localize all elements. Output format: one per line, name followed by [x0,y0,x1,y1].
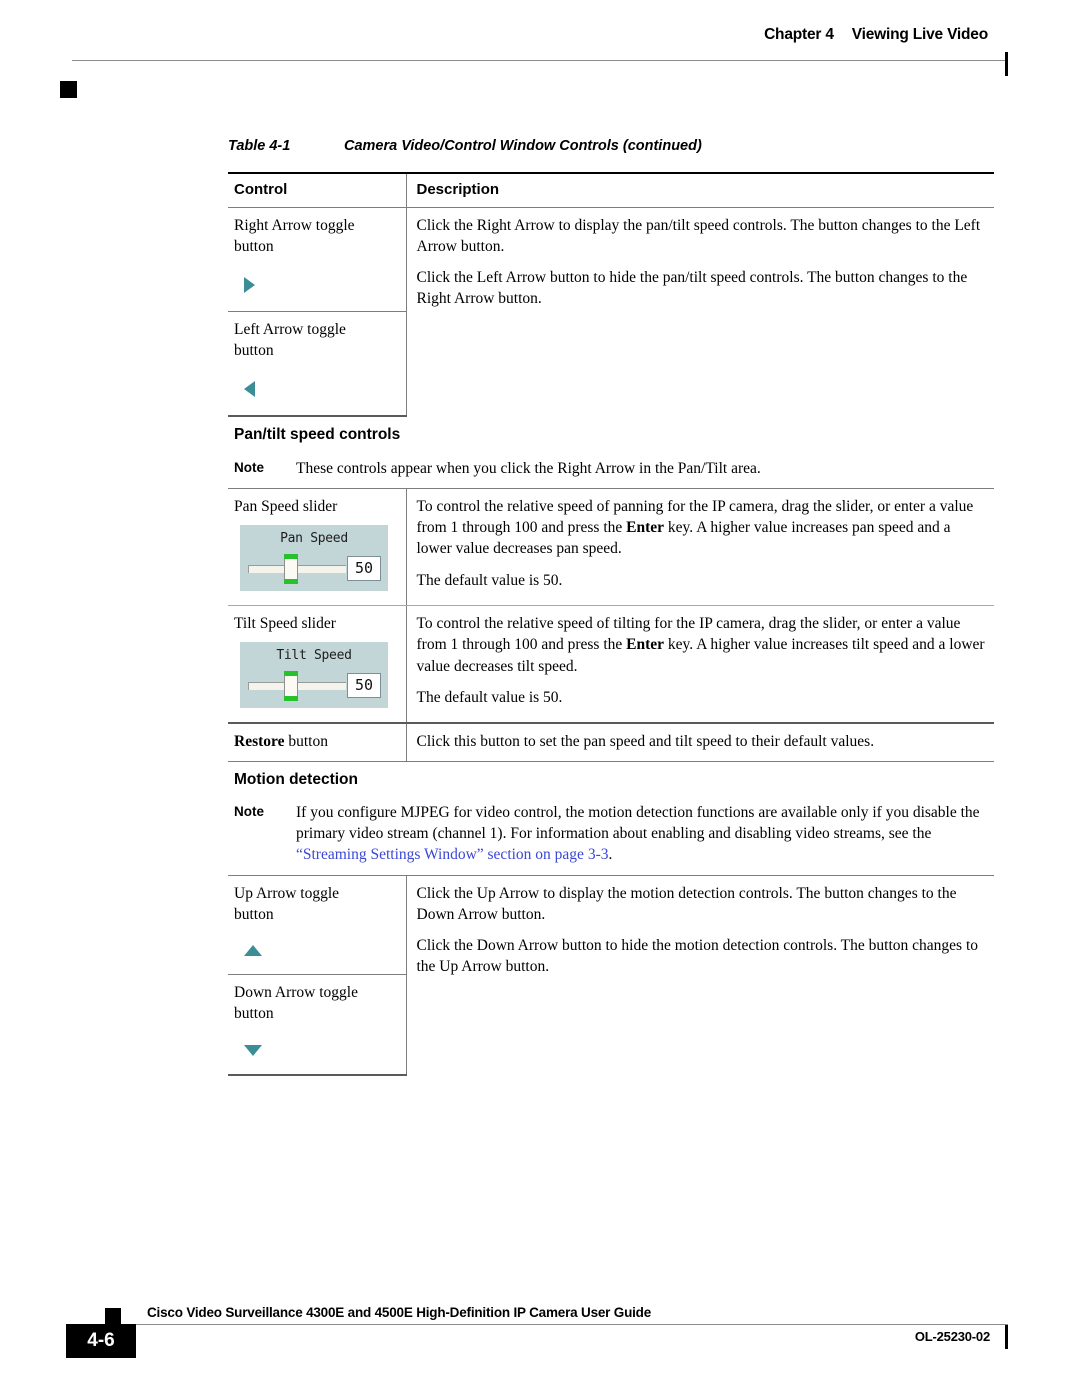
note-text-part-b: . [608,846,613,864]
control-label-line1: Down Arrow toggle [234,984,358,1002]
description-cell-motion-toggles: Click the Up Arrow to display the motion… [405,875,994,1075]
tilt-speed-slider-thumb[interactable] [284,671,298,702]
control-label: Tilt Speed slider [234,615,336,633]
pan-speed-slider-title: Pan Speed [280,531,348,547]
control-cell-down-arrow: Down Arrow toggle button [228,974,406,1076]
control-cell-restore: Restore button [228,723,406,762]
description-cell-pan-speed: To control the relative speed of panning… [405,488,994,607]
down-arrow-icon-wrap [234,1035,400,1066]
table-row: Tilt Speed slider Tilt Speed 50 To contr… [228,605,994,725]
description-cell-tilt-speed: To control the relative speed of tilting… [405,605,994,725]
note-text-part-a: If you configure MJPEG for video control… [296,803,980,843]
left-arrow-icon[interactable] [244,381,255,398]
column-header-description: Description [405,171,994,208]
table-caption-number: Table 4-1 [228,138,291,154]
note-cell-pantilt: Note These controls appear when you clic… [228,453,994,489]
control-label-line1: Left Arrow toggle [234,321,346,339]
footer-rule [72,1324,1008,1325]
note-label: Note [234,459,264,475]
table-caption-title: Camera Video/Control Window Controls (co… [344,138,702,154]
page-number-badge: 4-6 [66,1324,136,1358]
table-row: Up Arrow toggle button Click the Up Arro… [228,875,994,1075]
control-label-line1: Right Arrow toggle [234,216,355,234]
up-arrow-icon-wrap [234,935,400,966]
note-cell-motion: Note If you configure MJPEG for video co… [228,797,994,876]
control-label-line2: button [234,342,274,360]
running-head: Chapter 4 Viewing Live Video [764,26,988,44]
column-header-control: Control [228,171,406,208]
streaming-settings-link[interactable]: “Streaming Settings Window” section on p… [296,846,608,863]
control-label: Left Arrow toggle button [234,319,400,361]
pan-speed-slider-thumb[interactable] [284,554,298,585]
description-cell-restore: Click this button to set the pan speed a… [405,723,994,762]
page-footer: 4-6 Cisco Video Surveillance 4300E and 4… [0,1277,1080,1397]
section-heading-row-pantilt: Pan/tilt speed controls [228,416,994,453]
table-header-row: Control Description [228,171,994,208]
desc-enter-key: Enter [626,636,665,654]
control-cell-right-arrow: Right Arrow toggle button [228,207,406,311]
camera-controls-table: Control Description Right Arrow toggle b… [228,171,994,1076]
control-cell-left-arrow: Left Arrow toggle button [228,311,406,418]
header-edge-bar [1005,52,1008,76]
desc-enter-key: Enter [626,519,665,537]
control-label-line1: Up Arrow toggle [234,884,340,902]
section-heading-motion: Motion detection [234,770,358,788]
table-row: Restore button Click this button to set … [228,723,994,762]
restore-button-label: Restore [234,733,285,751]
footer-document-id: OL-25230-02 [914,1329,990,1344]
running-head-title: Viewing Live Video [851,26,988,43]
page-header: Chapter 4 Viewing Live Video [0,26,1080,98]
control-cell-pan-speed: Pan Speed slider Pan Speed 50 [228,488,406,607]
description-paragraph: Click the Down Arrow button to hide the … [416,937,979,976]
description-paragraph: Click the Up Arrow to display the motion… [416,884,957,923]
description-cell-arrow-toggles: Click the Right Arrow to display the pan… [405,207,994,417]
table-row: Pan Speed slider Pan Speed 50 To control… [228,488,994,607]
control-label-line2: button [234,1005,274,1023]
description-paragraph: The default value is 50. [416,571,563,589]
tilt-speed-slider-widget[interactable]: Tilt Speed 50 [240,642,388,709]
control-label: Down Arrow toggle button [234,982,400,1024]
control-cell-up-arrow: Up Arrow toggle button [228,875,406,974]
description-paragraph: To control the relative speed of panning… [417,496,989,560]
restore-button-suffix: button [284,733,328,751]
pan-speed-slider-widget[interactable]: Pan Speed 50 [240,525,388,592]
control-cell-tilt-speed: Tilt Speed slider Tilt Speed 50 [228,605,406,725]
footer-edge-bar [1005,1325,1008,1349]
left-arrow-icon-wrap [234,371,400,407]
description-paragraph: Click the Left Arrow button to hide the … [416,269,968,308]
control-label: Right Arrow toggle button [234,215,400,257]
footer-document-title: Cisco Video Surveillance 4300E and 4500E… [147,1305,652,1320]
header-rule [72,60,1008,61]
running-head-chapter: Chapter 4 [764,26,834,43]
pan-speed-value-input[interactable]: 50 [347,556,381,582]
down-arrow-icon[interactable] [244,1044,262,1056]
right-arrow-icon-wrap [234,267,400,303]
note-text: If you configure MJPEG for video control… [296,802,988,866]
control-label: Pan Speed slider [234,497,338,515]
right-arrow-icon[interactable] [244,277,255,294]
up-arrow-icon[interactable] [244,945,262,957]
control-label: Up Arrow toggle button [234,883,400,925]
table-caption: Table 4-1 Camera Video/Control Window Con… [228,138,702,154]
section-heading-row-motion: Motion detection [228,761,994,798]
header-corner-mark [60,81,77,98]
note-label: Note [234,803,264,819]
control-label-line2: button [234,237,274,255]
section-heading-pantilt: Pan/tilt speed controls [234,426,401,444]
description-paragraph: To control the relative speed of tilting… [417,613,989,677]
footer-corner-mark [105,1308,121,1324]
description-paragraph: Click the Right Arrow to display the pan… [416,216,981,255]
table-row: Right Arrow toggle button Click the Righ… [228,207,994,417]
tilt-speed-slider-title: Tilt Speed [276,648,352,664]
control-label-line2: button [234,905,274,923]
tilt-speed-value-input[interactable]: 50 [347,673,381,699]
note-text: These controls appear when you click the… [296,459,761,477]
note-row-motion: Note If you configure MJPEG for video co… [228,797,994,876]
description-paragraph: The default value is 50. [416,688,563,706]
note-row-pantilt: Note These controls appear when you clic… [228,453,994,489]
